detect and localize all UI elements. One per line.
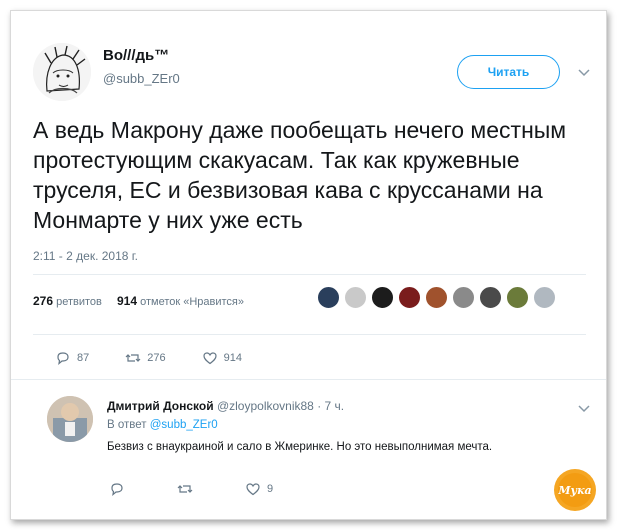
liker-avatars — [317, 286, 560, 312]
like-count: 914 — [223, 352, 242, 364]
reply-retweet-button[interactable] — [177, 481, 193, 497]
liker-avatar[interactable] — [344, 286, 367, 309]
author-avatar[interactable] — [33, 43, 91, 101]
liker-avatar[interactable] — [506, 286, 529, 309]
tweet-timestamp[interactable]: 2:11 - 2 дек. 2018 г. — [33, 249, 138, 263]
tweet-card: Во///дь™ @subb_ZEr0 Читать А ведь Макрон… — [10, 10, 607, 520]
liker-avatar[interactable] — [452, 286, 475, 309]
like-icon — [203, 352, 217, 365]
like-button[interactable]: 914 — [202, 350, 242, 366]
liker-avatar[interactable] — [479, 286, 502, 309]
likes-stat[interactable]: 914 отметок «Нравится» — [117, 294, 244, 308]
retweet-count: 276 — [147, 352, 166, 364]
reply-to-handle-link[interactable]: @subb_ZEr0 — [150, 419, 218, 431]
liker-avatar[interactable] — [425, 286, 448, 309]
like-icon — [246, 483, 260, 496]
retweet-button[interactable]: 276 — [125, 350, 166, 366]
reply-button[interactable]: 87 — [55, 350, 89, 366]
liker-avatar[interactable] — [371, 286, 394, 309]
chevron-down-icon[interactable] — [577, 68, 591, 78]
reply-like-count: 9 — [267, 483, 274, 495]
reply-like-button[interactable]: 9 — [245, 481, 273, 497]
reply-author-name[interactable]: Дмитрий Донской — [107, 399, 214, 413]
reply-reply-button[interactable] — [109, 481, 125, 497]
tweet-actions: 87 276 914 — [55, 350, 278, 366]
liker-avatar[interactable] — [398, 286, 421, 309]
reply-author-avatar[interactable] — [47, 396, 93, 442]
reply-icon — [111, 483, 123, 496]
reply-author-handle[interactable]: @zloypolkovnik88 — [217, 399, 314, 413]
tweet-stats: 276 ретвитов 914 отметок «Нравится» — [33, 294, 244, 308]
divider — [11, 379, 606, 380]
svg-text:Мука: Мука — [557, 484, 591, 497]
chevron-down-icon[interactable] — [577, 404, 591, 414]
reply-time[interactable]: · 7 ч. — [317, 399, 344, 413]
author-name[interactable]: Во///дь™ — [103, 47, 169, 64]
reply-to-line: В ответ @subb_ZEr0 — [107, 419, 218, 431]
divider — [33, 274, 586, 275]
liker-avatar[interactable] — [317, 286, 340, 309]
retweet-icon — [177, 485, 193, 493]
author-handle[interactable]: @subb_ZEr0 — [103, 71, 180, 86]
watermark-logo: Мука — [554, 469, 596, 511]
retweets-stat[interactable]: 276 ретвитов — [33, 294, 102, 308]
reply-actions: 9 — [109, 481, 325, 497]
retweet-icon — [125, 354, 141, 362]
reply-header: Дмитрий Донской @zloypolkovnik88 · 7 ч. — [107, 399, 344, 413]
tweet-text: А ведь Макрону даже пообещать нечего мес… — [33, 117, 567, 233]
liker-avatar[interactable] — [533, 286, 556, 309]
reply-count: 87 — [77, 352, 90, 364]
reply-text: Безвиз с внаукраиной и сало в Жмеринке. … — [107, 441, 493, 453]
follow-button[interactable]: Читать — [457, 55, 560, 89]
reply-icon — [57, 352, 69, 365]
divider — [33, 334, 586, 335]
